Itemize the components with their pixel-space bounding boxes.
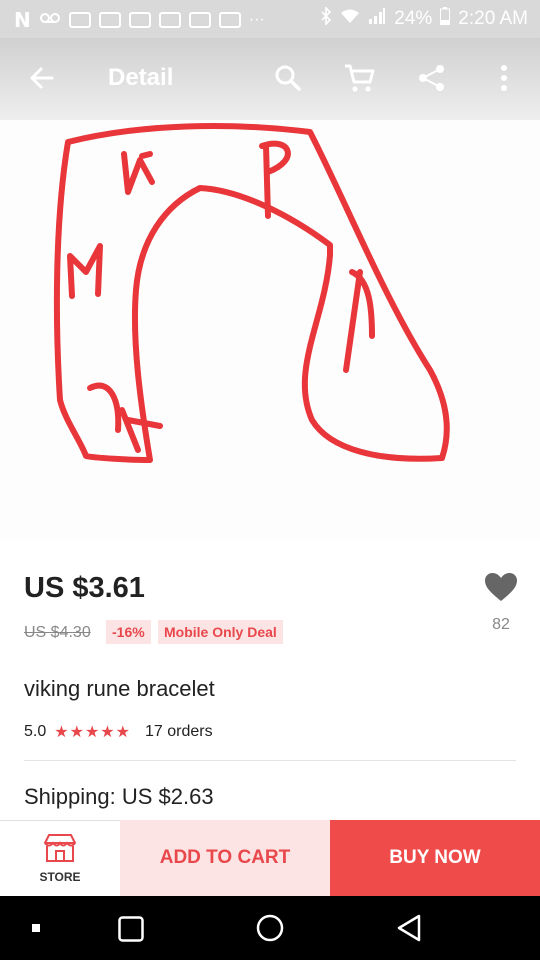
star-rating-icon: ★★★★★	[54, 724, 131, 741]
cart-icon[interactable]	[342, 60, 378, 96]
wifi-icon	[340, 8, 360, 30]
shipping-info[interactable]: Shipping: US $2.63	[24, 784, 214, 810]
mail-icon	[188, 12, 211, 28]
status-overflow: ···	[248, 11, 265, 28]
app-bar: Detail	[0, 38, 540, 120]
bottom-action-bar: STORE ADD TO CART BUY NOW	[0, 820, 540, 896]
recent-apps-icon[interactable]	[118, 916, 144, 947]
mobile-deal-badge: Mobile Only Deal	[158, 620, 283, 644]
email-at-icon	[218, 12, 241, 28]
heart-icon[interactable]	[484, 572, 518, 602]
dot-icon	[32, 924, 40, 932]
add-to-cart-button[interactable]: ADD TO CART	[120, 820, 330, 896]
product-image[interactable]	[0, 120, 540, 540]
video-icon	[128, 12, 151, 28]
orders-count: 17 orders	[144, 723, 213, 740]
product-price: US $3.61	[24, 572, 145, 604]
rating-row[interactable]: 5.0 ★★★★★ 17 orders	[24, 722, 213, 742]
bluetooth-icon	[320, 6, 332, 31]
voicemail-icon	[39, 11, 61, 30]
video-icon	[98, 12, 121, 28]
store-label: STORE	[39, 870, 81, 884]
back-arrow-icon[interactable]	[24, 60, 60, 96]
status-bar: N ··· 24% 2:20 AM	[0, 0, 540, 38]
store-icon	[42, 833, 78, 868]
search-icon[interactable]	[270, 60, 306, 96]
buy-now-button[interactable]: BUY NOW	[330, 820, 540, 896]
original-price: US $4.30	[24, 624, 91, 641]
clock: 2:20 AM	[458, 8, 528, 29]
signal-icon	[368, 8, 386, 30]
back-nav-icon[interactable]	[396, 914, 422, 947]
discount-badge: -16%	[106, 620, 151, 644]
store-button[interactable]: STORE	[0, 820, 120, 896]
wishlist-count: 82	[492, 616, 510, 633]
video-icon	[158, 12, 181, 28]
battery-percent: 24%	[394, 8, 433, 29]
video-icon	[68, 12, 91, 28]
system-nav-bar	[0, 896, 540, 960]
share-icon[interactable]	[414, 60, 450, 96]
battery-icon	[440, 7, 451, 31]
page-title: Detail	[108, 64, 174, 91]
product-title: viking rune bracelet	[24, 676, 215, 701]
notification-n-icon: N	[14, 8, 31, 32]
more-vert-icon[interactable]	[486, 60, 522, 96]
home-icon[interactable]	[256, 914, 284, 947]
rating-value: 5.0	[24, 723, 47, 740]
divider	[24, 760, 516, 761]
